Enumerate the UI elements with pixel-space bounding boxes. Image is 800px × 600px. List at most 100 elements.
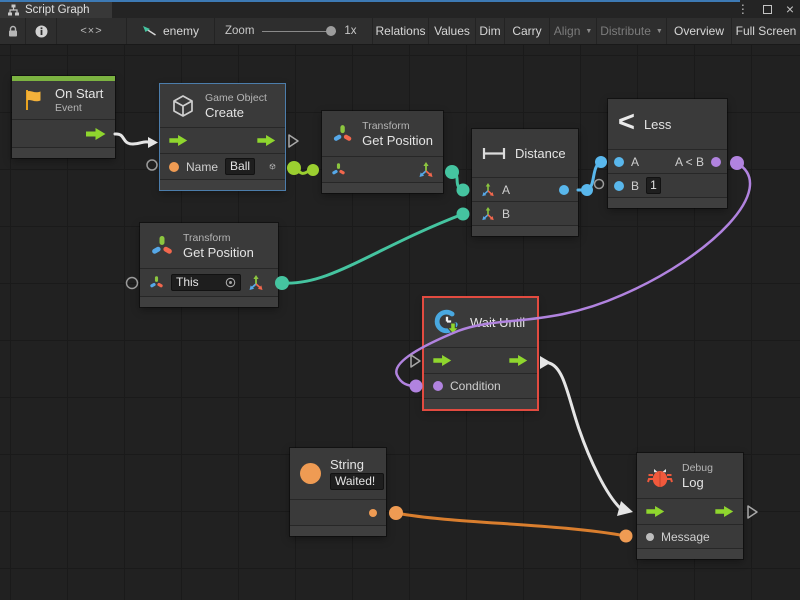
focus-highlight-line: [0, 0, 740, 2]
script-graph-window: Script Graph ⋮ × <×>: [0, 0, 800, 600]
node-string[interactable]: String Waited!: [290, 448, 386, 536]
less-output-port[interactable]: [711, 157, 721, 167]
less-output-label: A < B: [675, 155, 704, 169]
node-footer: [472, 225, 578, 236]
message-input-port[interactable]: [646, 533, 654, 541]
lock-button[interactable]: [0, 18, 26, 44]
transform-input-port-icon[interactable]: [331, 162, 346, 177]
name-value-field[interactable]: Ball: [225, 158, 255, 175]
flow-output-port[interactable]: [86, 128, 106, 140]
vector-input-port-icon[interactable]: [481, 207, 495, 221]
node-debug-log[interactable]: Debug Log Message: [637, 453, 743, 559]
node-subtitle: Event: [55, 102, 103, 114]
graph-name: enemy: [163, 24, 199, 38]
close-icon[interactable]: ×: [786, 1, 794, 17]
position-output-port-icon[interactable]: [418, 162, 434, 178]
carry-button[interactable]: Carry: [505, 18, 550, 44]
zoom-slider[interactable]: [262, 26, 336, 37]
node-title: Distance: [515, 146, 566, 161]
node-title: Log: [682, 475, 713, 490]
node-footer: [322, 182, 443, 193]
values-button[interactable]: Values: [429, 18, 476, 44]
node-title: Get Position: [183, 245, 254, 260]
wait-clock-icon: [434, 309, 461, 336]
zoom-slider-handle[interactable]: [326, 26, 336, 36]
graph-hierarchy-icon: [7, 4, 20, 16]
node-footer: [608, 197, 727, 208]
string-icon: [300, 463, 321, 484]
node-footer: [160, 179, 285, 190]
zoom-label: Zoom: [225, 25, 254, 37]
condition-input-port[interactable]: [433, 381, 443, 391]
full-screen-button[interactable]: Full Screen: [732, 18, 800, 44]
port-a-label: A: [631, 155, 639, 169]
node-category: Transform: [183, 232, 254, 244]
node-get-position-1[interactable]: Transform Get Position: [322, 111, 443, 193]
maximize-icon[interactable]: [763, 5, 772, 14]
tab-title: Script Graph: [25, 4, 90, 16]
zoom-slider-track: [262, 31, 336, 33]
graph-canvas[interactable]: On Start Event Game Object Create: [0, 45, 800, 600]
info-button[interactable]: [26, 18, 57, 44]
object-picker-icon[interactable]: [225, 277, 236, 288]
flow-input-port[interactable]: [169, 135, 188, 146]
overview-button[interactable]: Overview: [667, 18, 732, 44]
caret-down-icon: ▼: [585, 28, 592, 35]
node-get-position-2[interactable]: Transform Get Position This: [140, 223, 278, 307]
node-game-object-create[interactable]: Game Object Create Name Ball: [160, 84, 285, 190]
lock-icon: [7, 25, 19, 38]
flow-output-port[interactable]: [715, 506, 734, 517]
flow-output-port[interactable]: [509, 355, 528, 366]
node-category: Transform: [362, 120, 433, 132]
relations-button[interactable]: Relations: [373, 18, 429, 44]
node-title: Less: [644, 117, 671, 132]
distance-output-port[interactable]: [559, 185, 569, 195]
value-ports-icon: <×>: [80, 25, 102, 37]
caret-down-icon: ▼: [656, 28, 663, 35]
graph-breadcrumb[interactable]: enemy: [127, 18, 215, 44]
node-wait-until[interactable]: Wait Until Condition: [424, 298, 537, 409]
distance-icon: [482, 147, 506, 160]
node-category: Game Object: [205, 92, 267, 104]
node-less[interactable]: < Less A A < B B 1: [608, 99, 727, 208]
message-label: Message: [661, 530, 710, 544]
flag-icon: [22, 88, 46, 112]
window-menu-icon[interactable]: ⋮: [737, 1, 749, 17]
node-footer: [424, 398, 537, 409]
port-b-label: B: [502, 207, 510, 221]
port-b-label: B: [631, 179, 639, 193]
node-title: Get Position: [362, 133, 433, 148]
transform-icon: [150, 234, 174, 258]
node-title: String: [330, 457, 384, 472]
position-output-port-icon[interactable]: [248, 275, 264, 291]
zoom-control: Zoom 1x: [215, 18, 373, 44]
game-object-output-port-icon[interactable]: [269, 159, 276, 174]
info-icon: [35, 25, 48, 38]
target-value-field[interactable]: This: [171, 274, 241, 291]
vector-input-port-icon[interactable]: [481, 183, 495, 197]
string-value-field[interactable]: Waited!: [330, 473, 384, 490]
value-ports-toggle-button[interactable]: <×>: [57, 18, 127, 44]
less-icon: <: [618, 108, 635, 137]
name-input-port[interactable]: [169, 162, 179, 172]
node-distance[interactable]: Distance A B: [472, 129, 578, 236]
node-footer: [290, 525, 386, 536]
zoom-value: 1x: [344, 25, 356, 37]
port-a-label: A: [502, 183, 510, 197]
flow-input-port[interactable]: [646, 506, 665, 517]
cube-icon: [170, 93, 196, 119]
string-output-port[interactable]: [369, 509, 377, 517]
flow-input-port[interactable]: [433, 355, 452, 366]
node-title: Wait Until: [470, 315, 525, 330]
name-port-label: Name: [186, 160, 218, 174]
align-button[interactable]: Align▼: [550, 18, 597, 44]
dim-button[interactable]: Dim: [476, 18, 505, 44]
node-on-start-event[interactable]: On Start Event: [12, 76, 115, 158]
less-b-port[interactable]: [614, 181, 624, 191]
less-a-port[interactable]: [614, 157, 624, 167]
transform-input-port-icon[interactable]: [149, 275, 164, 290]
distribute-button[interactable]: Distribute▼: [597, 18, 667, 44]
flow-output-port[interactable]: [257, 135, 276, 146]
tab-script-graph[interactable]: Script Graph: [0, 2, 112, 18]
b-value-field[interactable]: 1: [646, 177, 661, 194]
